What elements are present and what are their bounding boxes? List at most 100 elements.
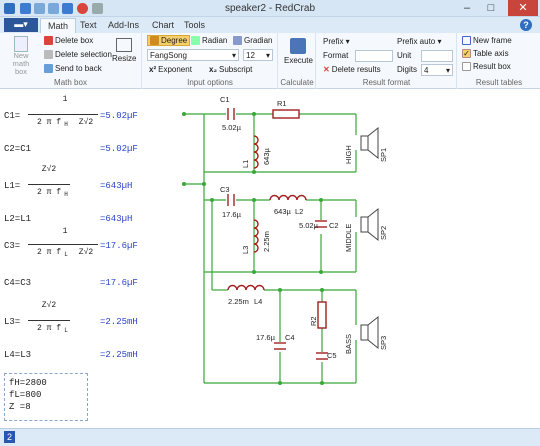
delete-results-button[interactable]: ✕ Delete results xyxy=(323,65,381,74)
title-bar: speaker2 - RedCrab – □ ✕ xyxy=(0,0,540,17)
label-c2-value: 5.02µ xyxy=(299,221,319,230)
node xyxy=(278,288,282,292)
delete-icon xyxy=(44,36,53,45)
input-options-label: Input options xyxy=(187,78,233,87)
eq-c3-den-sub: L xyxy=(64,251,68,258)
eq-c3-lhs: C3= xyxy=(4,241,21,251)
label-l1: L1 xyxy=(241,160,250,168)
eq-c3-num: 1 xyxy=(62,227,68,236)
page-number-badge[interactable]: 2 xyxy=(4,431,15,443)
label-c5: C5 xyxy=(327,351,337,360)
calculator-icon xyxy=(290,38,307,54)
delete-box-button[interactable]: Delete box xyxy=(44,36,93,45)
font-select[interactable]: FangSong ▾ xyxy=(147,49,239,61)
nodes xyxy=(182,112,324,385)
math-box-group: New math box Delete box Delete selection… xyxy=(0,33,142,89)
minimize-button[interactable]: – xyxy=(456,0,478,16)
tab-add-ins[interactable]: Add-Ins xyxy=(108,20,139,30)
var-fh: fH=2800 xyxy=(9,378,47,388)
result-box-checkbox[interactable]: Result box xyxy=(462,62,511,71)
node xyxy=(182,182,186,186)
inductor-l2 xyxy=(269,194,307,201)
eq-l3-result: =2.25mH xyxy=(100,317,138,327)
format-input[interactable] xyxy=(355,50,393,62)
prefix-dropdown[interactable]: Prefix ▾ xyxy=(323,37,350,46)
eq-c4-lhs: C4=C3 xyxy=(4,278,32,288)
gradian-icon xyxy=(233,36,242,45)
node xyxy=(182,112,186,116)
math-box-group-label: Math box xyxy=(54,78,87,87)
eq-l2-result: =643µH xyxy=(100,214,133,224)
file-menu-button[interactable]: ▬▾ xyxy=(4,18,38,32)
eq-l3-lhs: L3= xyxy=(4,317,21,327)
radian-icon xyxy=(191,36,200,45)
table-axis-checkbox[interactable]: ✓ Table axis xyxy=(462,49,509,58)
label-c1-value: 5.02µ xyxy=(222,123,242,132)
eq-c1-den-sub: H xyxy=(64,121,68,128)
digits-select[interactable]: 4 ▾ xyxy=(421,64,453,76)
eq-c2-lhs: C2=C1 xyxy=(4,144,32,154)
menu-bar: ▬▾ Math Text Add-Ins Chart Tools ? xyxy=(0,17,540,34)
tab-chart[interactable]: Chart xyxy=(152,20,174,30)
label-l2-value: 643µ xyxy=(274,207,292,216)
node xyxy=(320,381,324,385)
label-l3-value: 2.25m xyxy=(262,231,271,252)
label-high: HIGH xyxy=(344,145,353,164)
label-sp1: SP1 xyxy=(379,148,388,162)
label-c3: C3 xyxy=(220,185,230,194)
gradian-button[interactable]: Gradian xyxy=(233,36,272,45)
exponent-button[interactable]: x² Exponent xyxy=(149,65,192,74)
eq-c2-result: =5.02µF xyxy=(100,144,138,154)
subscript-button[interactable]: x₂ Subscript xyxy=(209,65,252,74)
tab-text[interactable]: Text xyxy=(80,20,97,30)
label-l4: L4 xyxy=(254,297,262,306)
speaker-sp3 xyxy=(360,324,369,341)
delete-selection-button[interactable]: Delete selection xyxy=(44,50,112,59)
math-worksheet[interactable]: C1= 1 2 π f H Z√2 =5.02µF C2=C1 =5.02µF … xyxy=(0,90,178,428)
eq-l1-den-sub: H xyxy=(64,191,68,198)
node xyxy=(210,198,214,202)
node xyxy=(278,381,282,385)
send-to-back-button[interactable]: Send to back xyxy=(44,64,102,73)
eq-l4-lhs: L4=L3 xyxy=(4,350,32,360)
circuit-diagram: C1 5.02µ R1 L1 643µ HIGH SP1 C3 17.6µ 64… xyxy=(182,95,388,385)
var-fl: fL=800 xyxy=(9,390,42,400)
label-r2: R2 xyxy=(309,316,318,326)
new-frame-button[interactable]: New frame xyxy=(462,36,512,45)
calculate-group: Execute Calculate xyxy=(279,33,316,89)
send-back-icon xyxy=(44,64,53,73)
unit-input[interactable] xyxy=(421,50,453,62)
degree-button[interactable]: Degree xyxy=(147,35,191,46)
tab-tools[interactable]: Tools xyxy=(184,20,205,30)
label-l3: L3 xyxy=(241,246,250,254)
result-tables-label: Result tables xyxy=(475,78,523,87)
font-size-select[interactable]: 12 ▾ xyxy=(243,49,273,61)
label-c1: C1 xyxy=(220,95,230,104)
label-c2: C2 xyxy=(329,221,339,230)
prefix-auto-dropdown[interactable]: Prefix auto ▾ xyxy=(397,37,441,46)
node xyxy=(252,198,256,202)
radian-button[interactable]: Radian xyxy=(191,36,227,45)
help-icon[interactable]: ? xyxy=(520,19,532,31)
delete-results-icon: ✕ xyxy=(323,65,330,74)
label-middle: MIDDLE xyxy=(344,224,353,252)
eq-l4-result: =2.25mH xyxy=(100,350,138,360)
label-bass: BASS xyxy=(344,334,353,354)
execute-button[interactable]: Execute xyxy=(284,38,313,65)
resize-button[interactable]: Resize xyxy=(112,38,136,63)
label-c3-value: 17.6µ xyxy=(222,210,242,219)
tab-math[interactable]: Math xyxy=(40,18,76,34)
node xyxy=(202,182,206,186)
eq-l2-lhs: L2=L1 xyxy=(4,214,32,224)
close-button[interactable]: ✕ xyxy=(508,0,538,16)
label-l4-value: 2.25m xyxy=(228,297,249,306)
maximize-button[interactable]: □ xyxy=(480,0,502,16)
label-r1: R1 xyxy=(277,99,287,108)
eq-c1-den2: Z√2 xyxy=(78,118,94,127)
node xyxy=(252,170,256,174)
degree-icon xyxy=(150,36,159,45)
resistor-r1 xyxy=(272,109,300,119)
new-math-box-button[interactable]: New math box xyxy=(8,36,34,76)
variables-box[interactable]: fH=2800 fL=800 Z =8 xyxy=(4,373,88,421)
node xyxy=(252,270,256,274)
